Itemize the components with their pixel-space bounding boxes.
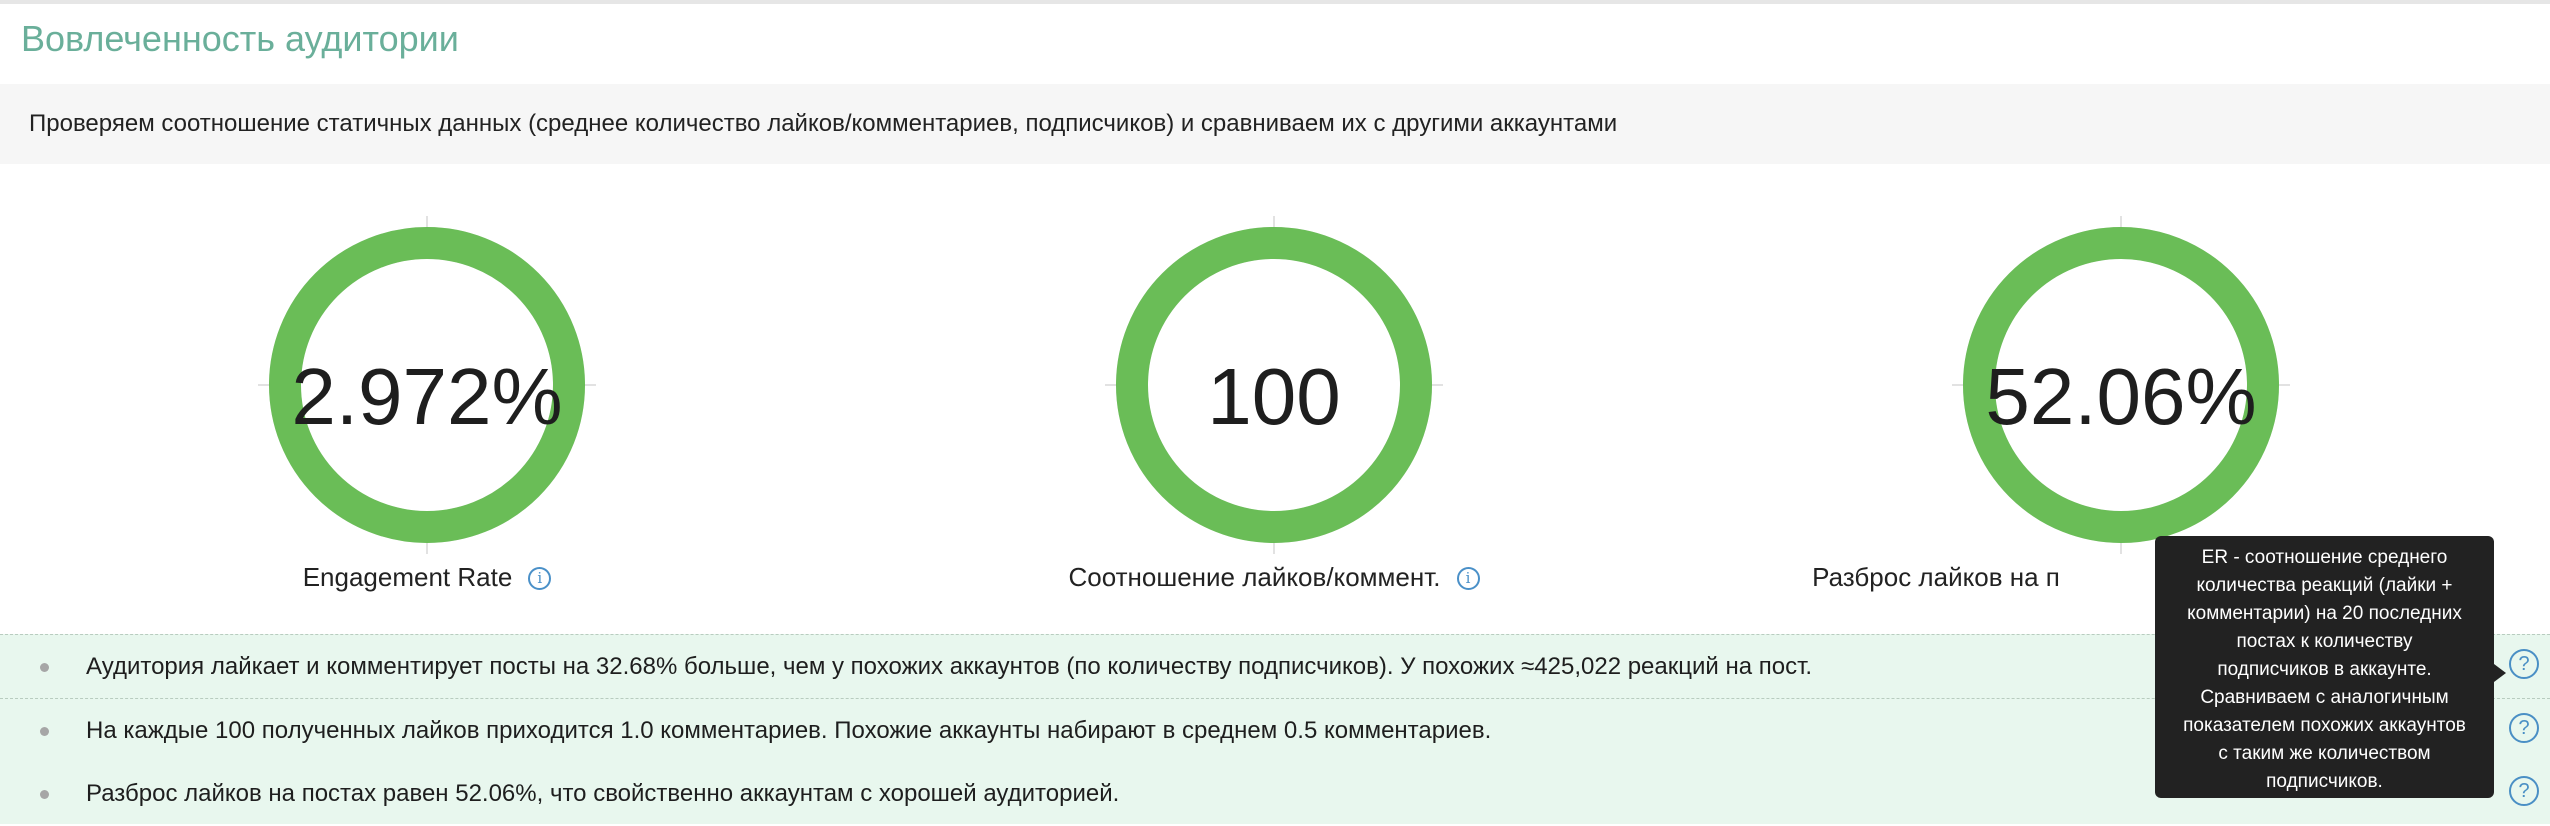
fact-text: Аудитория лайкает и комментирует посты н… xyxy=(86,653,1813,680)
bullet xyxy=(40,727,49,736)
metric-label-text: Разброс лайков на п xyxy=(1812,562,2060,592)
tooltip-line: с таким же количеством xyxy=(2218,743,2431,764)
fact-text: Разброс лайков на постах равен 52.06%, ч… xyxy=(86,780,1120,807)
tooltip-line: комментарии) на 20 последних xyxy=(2187,603,2462,624)
fact-text: На каждые 100 полученных лайков приходит… xyxy=(86,717,1492,744)
metric-label: Engagement Rate i xyxy=(27,562,827,593)
tooltip-line: подписчиков в аккаунте. xyxy=(2217,659,2432,680)
section-title: Вовлеченность аудитории xyxy=(21,18,459,59)
tooltip-line: показателем похожих аккаунтов xyxy=(2183,715,2466,736)
question-circle-icon[interactable]: ? xyxy=(2509,776,2539,806)
tooltip-arrow xyxy=(2494,664,2506,682)
metric-label-text: Соотношение лайков/коммент. xyxy=(1068,562,1441,592)
question-circle-icon[interactable]: ? xyxy=(2509,713,2539,743)
info-icon[interactable]: i xyxy=(1456,567,1480,590)
tooltip-line: постах к количеству xyxy=(2236,631,2413,652)
info-icon[interactable]: i xyxy=(528,567,552,590)
tooltip-line: Сравниваем с аналогичным xyxy=(2200,687,2449,708)
top-divider xyxy=(0,0,2550,4)
bullet xyxy=(40,663,49,672)
er-tooltip: ER - соотношение среднего количества реа… xyxy=(2155,536,2506,798)
tooltip-line: ER - соотношение среднего xyxy=(2201,547,2448,568)
bullet xyxy=(40,790,49,799)
metric-value: 100 xyxy=(1207,352,1341,441)
section-description: Проверяем соотношение статичных данных (… xyxy=(0,84,2550,164)
metric-value: 52.06% xyxy=(1985,352,2257,441)
metric-label-text: Engagement Rate xyxy=(302,562,513,592)
question-circle-icon[interactable]: ? xyxy=(2509,649,2539,679)
metric-value: 2.972% xyxy=(291,352,563,441)
tooltip-line: подписчиков. xyxy=(2266,771,2383,792)
tooltip-line: количества реакций (лайки + xyxy=(2196,575,2453,596)
